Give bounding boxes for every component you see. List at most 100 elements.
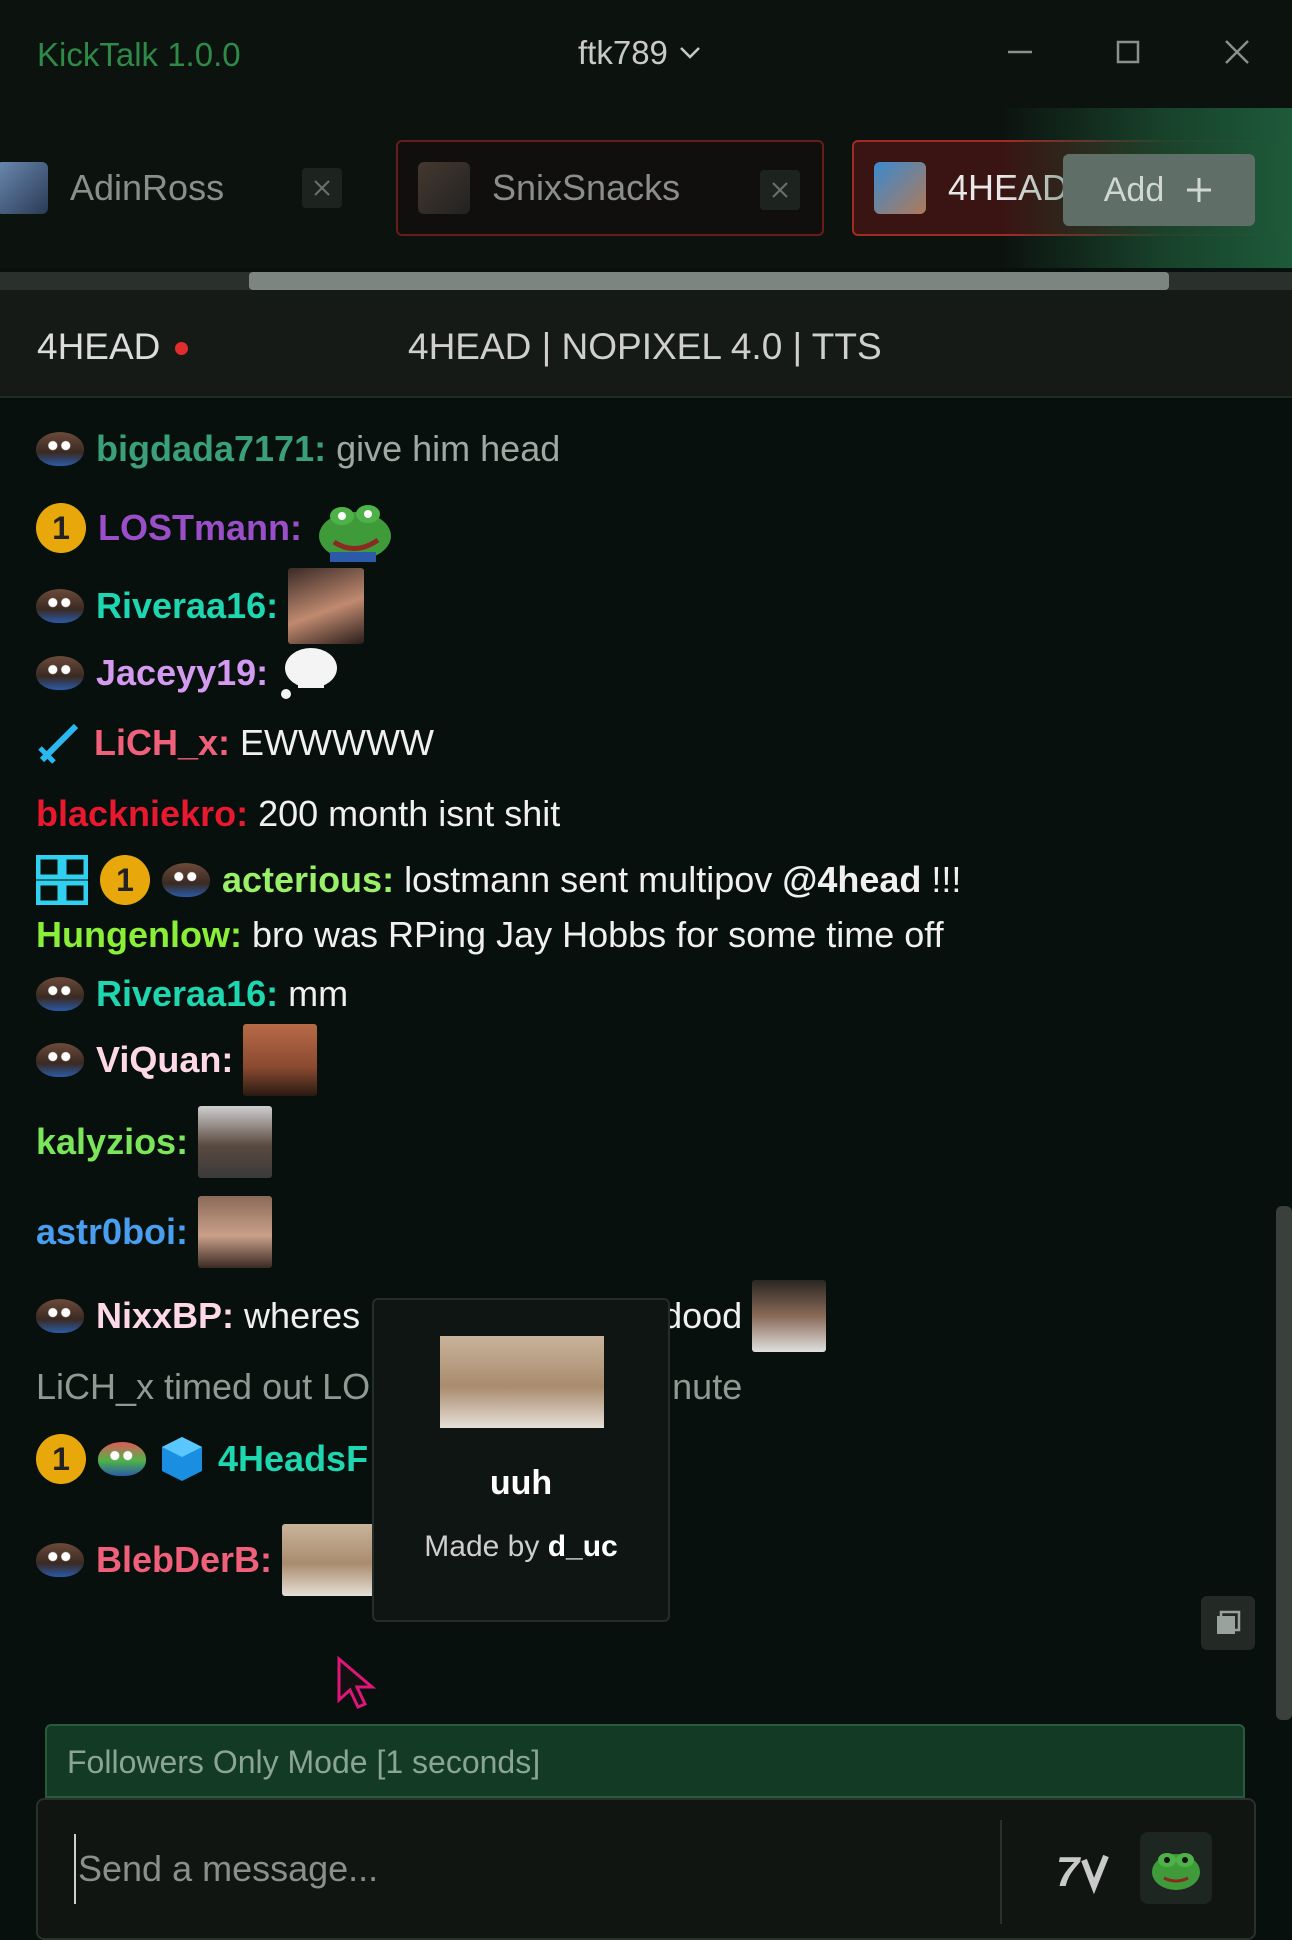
- tooltip-emote-preview: [440, 1336, 604, 1428]
- chat-message: Hungenlow: bro was RPing Jay Hobbs for s…: [36, 914, 944, 956]
- sub-badge-icon: 1: [36, 503, 86, 553]
- chat-username[interactable]: astr0boi:: [36, 1211, 188, 1253]
- cube-badge-icon: [162, 1437, 202, 1481]
- mouse-cursor-icon: [337, 1656, 376, 1709]
- mention[interactable]: @4head: [782, 859, 921, 901]
- thought-bubble-emote[interactable]: [278, 644, 340, 702]
- chat-message: Riveraa16: mm: [36, 973, 348, 1015]
- chat-username[interactable]: Hungenlow:: [36, 914, 242, 956]
- chat-message: BlebDerB:: [36, 1524, 411, 1596]
- chat-text: bro was RPing Jay Hobbs for some time of…: [251, 914, 944, 955]
- pepe-badge-icon: [36, 1543, 84, 1577]
- chat-username[interactable]: Riveraa16:: [96, 585, 278, 627]
- copy-icon: [1217, 1610, 1241, 1634]
- chat-message: Jaceyy19:: [36, 644, 340, 702]
- add-channel-button[interactable]: Add: [1063, 154, 1255, 226]
- tooltip-emote-name: uuh: [489, 1464, 553, 1502]
- followers-only-banner: Followers Only Mode [1 seconds]: [45, 1724, 1245, 1798]
- chat-message: kalyzios:: [36, 1106, 273, 1178]
- chat-text: give him head: [336, 428, 561, 469]
- chat-username[interactable]: Jaceyy19:: [96, 652, 268, 694]
- chat-message: 1 acterious: lostmann sent multipov @4he…: [36, 855, 961, 905]
- chat-message: LiCH_x: EWWWWW: [36, 720, 434, 766]
- tab-snixsnacks[interactable]: SnixSnacks: [396, 140, 824, 236]
- chat-text: mm: [288, 973, 349, 1014]
- pepe-badge-icon: [36, 589, 84, 623]
- tab-close-button[interactable]: [760, 170, 800, 210]
- message-input[interactable]: [74, 1834, 994, 1904]
- live-indicator: [175, 342, 188, 355]
- 7tv-icon[interactable]: 7: [1054, 1842, 1116, 1898]
- chat-username[interactable]: BlebDerB:: [96, 1539, 272, 1581]
- tab-adinross[interactable]: AdinRoss: [0, 140, 356, 236]
- svg-text:7: 7: [1056, 1848, 1081, 1895]
- dog-emote[interactable]: [198, 1196, 273, 1268]
- account-switcher[interactable]: ftk789: [578, 34, 702, 72]
- sub-badge-icon: 1: [36, 1434, 86, 1484]
- stream-title: 4HEAD | NOPIXEL 4.0 | TTS: [408, 326, 882, 367]
- tab-label: SnixSnacks: [492, 167, 681, 208]
- close-icon: [314, 180, 330, 196]
- chat-text: EWWWWW: [240, 722, 434, 763]
- tab-close-button[interactable]: [302, 168, 342, 208]
- close-window-button[interactable]: [1217, 32, 1257, 72]
- chat-username[interactable]: 4HeadsF: [218, 1438, 368, 1480]
- pepe-badge-icon: [36, 432, 84, 466]
- chat-username[interactable]: LOSTmann:: [98, 507, 302, 549]
- face-emote[interactable]: [198, 1106, 273, 1178]
- pepe-badge-icon: [98, 1442, 146, 1476]
- chat-message: astr0boi:: [36, 1196, 273, 1268]
- divider: [1000, 1820, 1002, 1924]
- chat-message: Riveraa16:: [36, 568, 365, 644]
- channel-tabs: AdinRoss SnixSnacks 4HEAD Add: [0, 108, 1292, 268]
- add-button-label: Add: [1103, 170, 1165, 209]
- minimize-button[interactable]: [1000, 32, 1040, 72]
- pepe-badge-icon: [162, 863, 210, 897]
- chat-username[interactable]: LiCH_x:: [94, 722, 230, 764]
- chat-message: 1 4HeadsF: [36, 1434, 378, 1484]
- chat-username[interactable]: acterious:: [222, 859, 394, 901]
- tab-scrollbar-thumb[interactable]: [249, 272, 1169, 290]
- avatar: [418, 162, 470, 214]
- tooltip-credit: Made by d_uc: [374, 1530, 668, 1564]
- chat-username[interactable]: kalyzios:: [36, 1121, 188, 1163]
- chevron-down-icon: [680, 47, 700, 59]
- chat-username[interactable]: NixxBP:: [96, 1295, 234, 1337]
- pepe-laugh-emote[interactable]: [312, 494, 398, 562]
- chat-scrollbar-thumb[interactable]: [1276, 1206, 1292, 1720]
- laughing-man-emote[interactable]: [243, 1024, 318, 1096]
- chat-message: 1 LOSTmann:: [36, 494, 398, 562]
- emote-tooltip: uuh Made by d_uc: [372, 1298, 670, 1622]
- account-name: ftk789: [578, 34, 668, 71]
- avatar: [0, 162, 48, 214]
- close-icon: [772, 182, 788, 198]
- channel-name: 4HEAD: [37, 326, 161, 367]
- chat-text-suffix: !!!: [931, 859, 962, 900]
- pepe-emote-icon: [1152, 1853, 1200, 1890]
- sword-badge-icon: [38, 723, 79, 764]
- chat-username[interactable]: blackniekro:: [36, 793, 248, 835]
- chat-username[interactable]: ViQuan:: [96, 1039, 233, 1081]
- title-bar: KickTalk 1.0.0 ftk789: [0, 0, 1292, 108]
- avatar: [874, 162, 926, 214]
- chat-username[interactable]: Riveraa16:: [96, 973, 278, 1015]
- app-title: KickTalk 1.0.0: [37, 36, 241, 73]
- system-text: nute: [672, 1366, 743, 1407]
- chat-text: lostmann sent multipov: [404, 859, 773, 900]
- maximize-button[interactable]: [1108, 32, 1148, 72]
- pepe-badge-icon: [36, 656, 84, 690]
- face-emote[interactable]: [288, 568, 365, 644]
- tooltip-author: d_uc: [547, 1530, 618, 1563]
- emote-picker-button[interactable]: [1140, 1832, 1212, 1904]
- copy-button[interactable]: [1201, 1596, 1255, 1650]
- chat-username[interactable]: bigdada7171:: [96, 428, 326, 470]
- chat-message: ViQuan:: [36, 1024, 318, 1096]
- maximize-icon: [1116, 40, 1140, 64]
- minimize-icon: [1008, 50, 1032, 54]
- sub-badge-icon: 1: [100, 855, 150, 905]
- pepe-badge-icon: [36, 1299, 84, 1333]
- pepe-badge-icon: [36, 1043, 84, 1077]
- tooltip-credit-prefix: Made by: [424, 1530, 540, 1563]
- pepe-badge-icon: [36, 977, 84, 1011]
- face-emote[interactable]: [752, 1280, 827, 1352]
